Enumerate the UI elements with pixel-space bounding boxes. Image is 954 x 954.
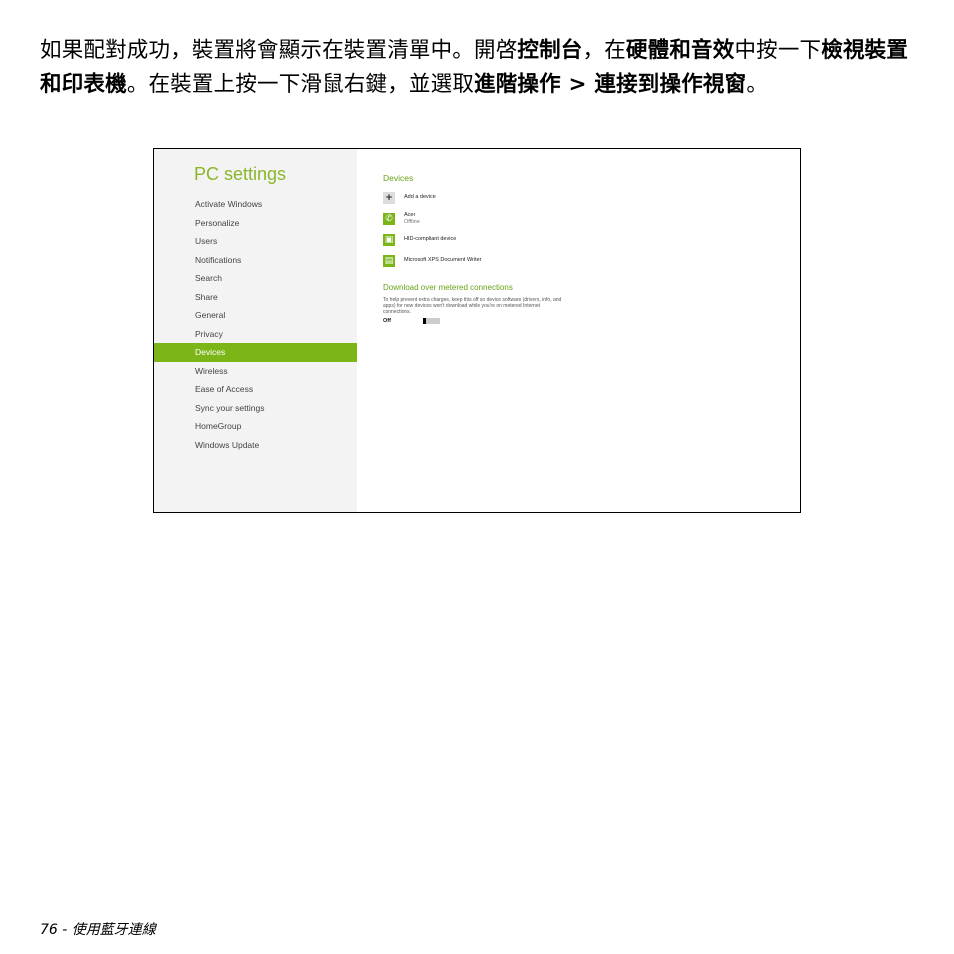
- metered-description: To help prevent extra charges, keep this…: [383, 297, 562, 315]
- instruction-text-1: 如果配對成功，裝置將會顯示在裝置清單中。開啓: [40, 38, 518, 63]
- nav-item-personalize[interactable]: Personalize: [154, 214, 357, 233]
- pc-settings-title: PC settings: [194, 164, 287, 184]
- footer-separator: -: [62, 922, 68, 938]
- nav-item-users[interactable]: Users: [154, 232, 357, 251]
- instruction-text-4: 。在裝置上按一下滑鼠右鍵，並選取: [126, 71, 475, 97]
- nav-item-general[interactable]: General: [154, 306, 357, 325]
- control-panel-term: 控制台: [517, 38, 583, 63]
- nav-item-search[interactable]: Search: [154, 269, 357, 288]
- settings-sidebar: PC settings Activate Windows Personalize…: [154, 149, 357, 512]
- metered-heading: Download over metered connections: [383, 283, 513, 292]
- nav-item-activate-windows[interactable]: Activate Windows: [154, 195, 357, 214]
- instruction-paragraph: 如果配對成功，裝置將會顯示在裝置清單中。開啓控制台，在硬體和音效中按一下檢視裝置…: [40, 34, 920, 101]
- metered-toggle-row: Off: [383, 318, 783, 325]
- nav-item-sync-settings[interactable]: Sync your settings: [154, 399, 357, 418]
- device-name: Add a device: [404, 194, 436, 201]
- device-name: Microsoft XPS Document Writer: [404, 257, 482, 264]
- add-device-button[interactable]: + Add a device: [383, 191, 783, 204]
- advanced-operation-term: 進階操作 > 連接到操作視窗: [474, 71, 747, 97]
- nav-item-homegroup[interactable]: HomeGroup: [154, 417, 357, 436]
- nav-item-privacy[interactable]: Privacy: [154, 325, 357, 344]
- nav-item-wireless[interactable]: Wireless: [154, 362, 357, 381]
- toggle-label: Off: [383, 318, 391, 325]
- hardware-sound-term: 硬體和音效: [625, 38, 735, 63]
- device-status: Offline: [404, 218, 420, 225]
- device-name: HID-compliant device: [404, 236, 457, 243]
- nav-item-ease-of-access[interactable]: Ease of Access: [154, 380, 357, 399]
- hid-device-icon: ▣: [383, 233, 395, 246]
- devices-panel: Devices + Add a device ✆ Acer Offline ▣ …: [383, 173, 783, 325]
- page-footer: 76 - 使用藍牙連線: [40, 919, 156, 939]
- devices-heading: Devices: [383, 173, 414, 183]
- settings-nav: Activate Windows Personalize Users Notif…: [154, 195, 357, 454]
- instruction-text-5: 。: [746, 71, 769, 97]
- device-xps-writer[interactable]: ▤ Microsoft XPS Document Writer: [383, 254, 783, 267]
- device-acer[interactable]: ✆ Acer Offline: [383, 212, 783, 225]
- plus-icon: +: [383, 191, 395, 204]
- nav-item-share[interactable]: Share: [154, 288, 357, 307]
- toggle-knob: [423, 318, 426, 325]
- section-name: 使用藍牙連線: [71, 922, 156, 938]
- device-hid[interactable]: ▣ HID-compliant device: [383, 233, 783, 246]
- page-number: 76: [40, 922, 58, 938]
- nav-item-windows-update[interactable]: Windows Update: [154, 436, 357, 455]
- document-writer-icon: ▤: [383, 254, 395, 267]
- nav-item-notifications[interactable]: Notifications: [154, 251, 357, 270]
- phone-icon: ✆: [383, 212, 395, 225]
- pc-settings-screenshot: PC settings Activate Windows Personalize…: [153, 148, 801, 513]
- nav-item-devices[interactable]: Devices: [154, 343, 357, 362]
- instruction-text-3: 中按一下: [734, 38, 822, 63]
- metered-toggle[interactable]: [423, 318, 440, 325]
- instruction-text-2: ，在: [582, 38, 626, 63]
